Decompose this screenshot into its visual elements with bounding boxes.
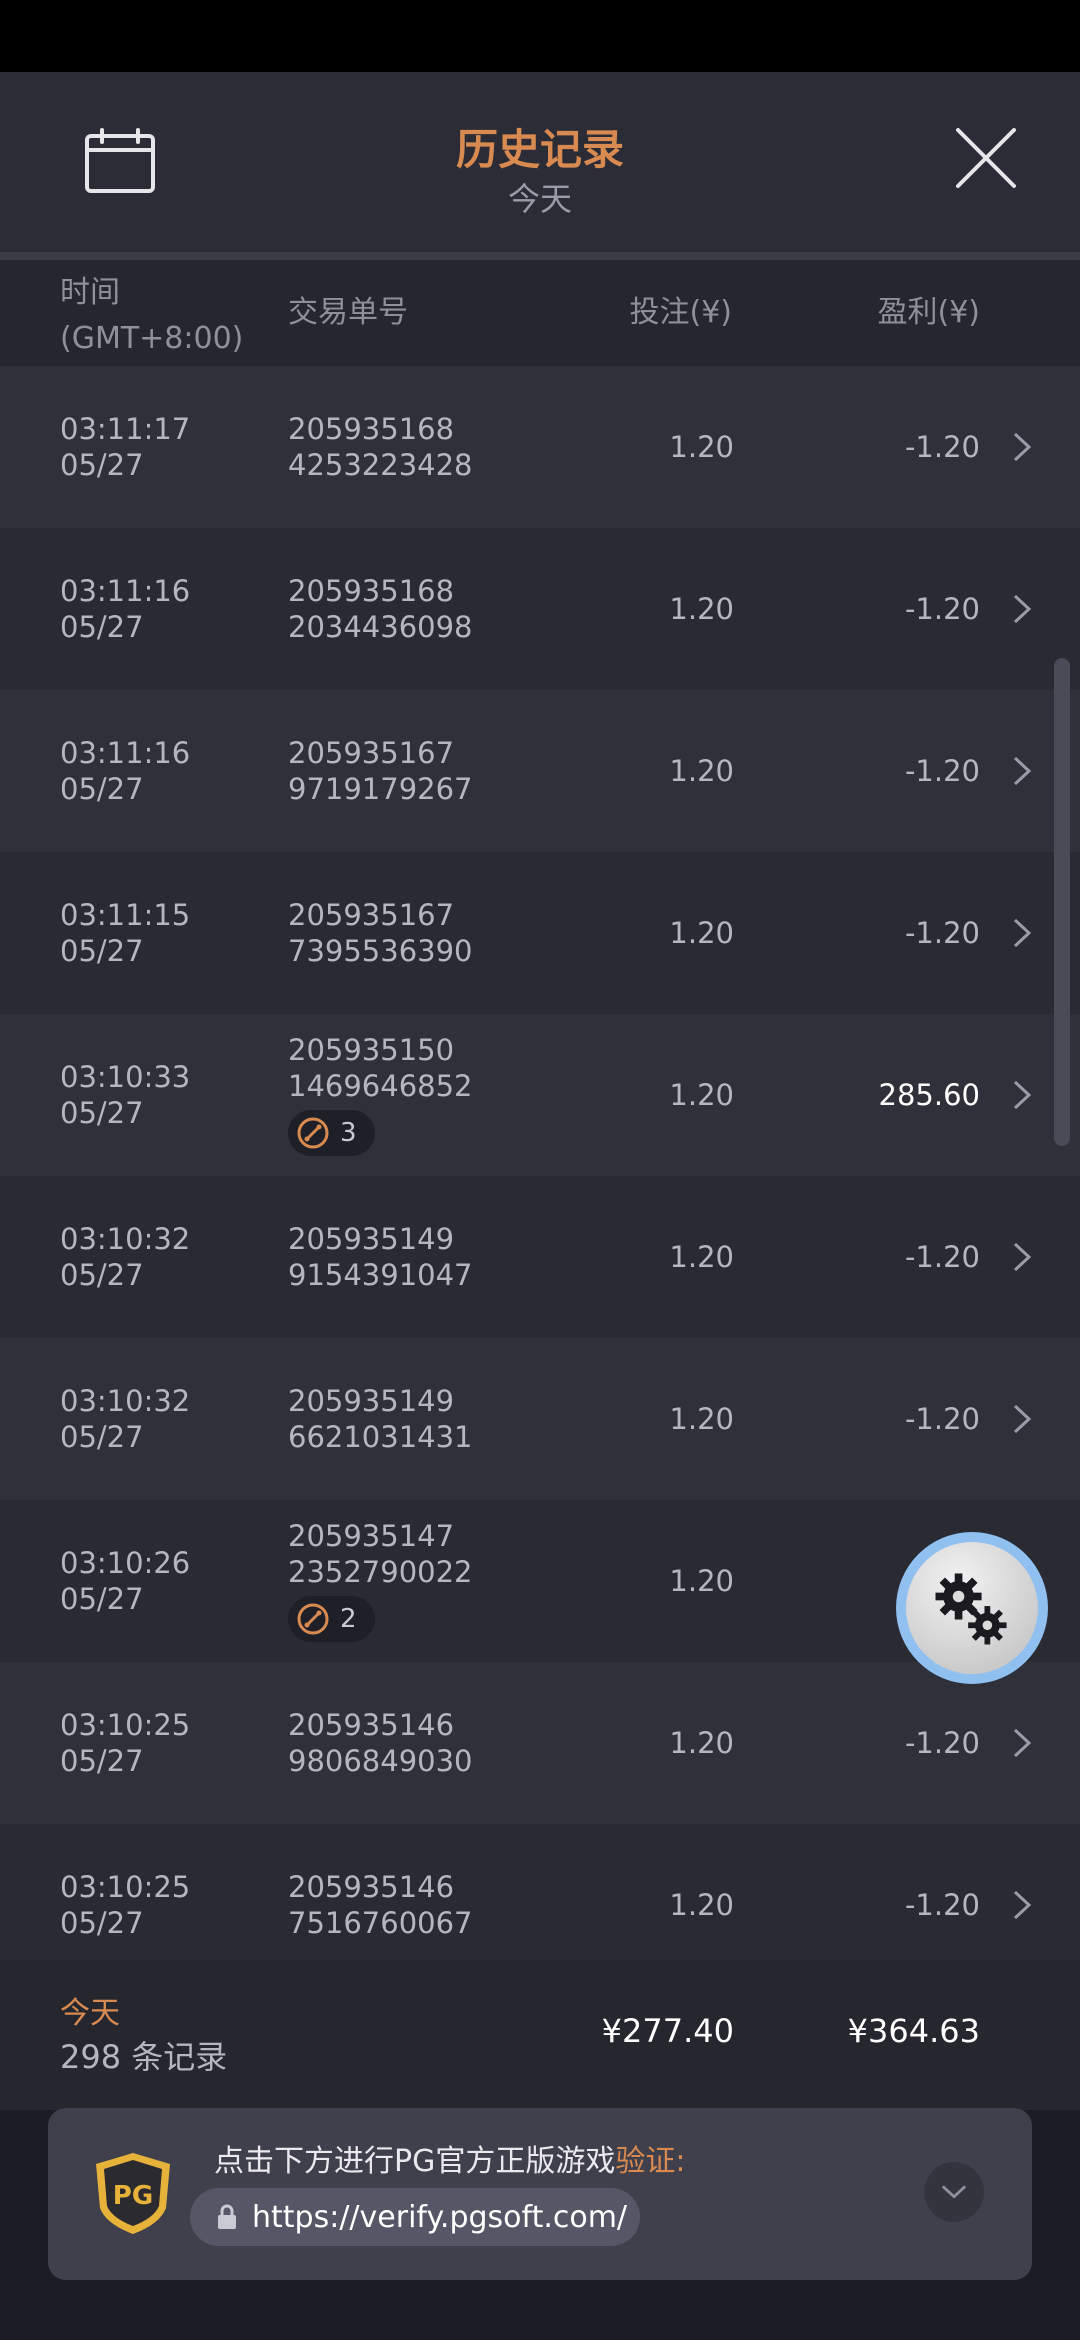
svg-text:PG: PG	[113, 2181, 153, 2211]
free-spin-icon	[297, 1117, 329, 1149]
row-profit: -1.20	[904, 1888, 980, 1922]
row-time: 03:11:16 05/27	[60, 736, 191, 806]
chevron-down-icon	[941, 2185, 967, 2199]
table-row[interactable]: 03:10:25 05/27 205935146 7516760067 1.20 -…	[0, 1824, 1080, 1960]
status-bar	[0, 0, 1080, 72]
row-time: 03:11:17 05/27	[60, 412, 191, 482]
table-row[interactable]: 03:11:16 05/27 205935168 2034436098 1.20 -…	[0, 528, 1080, 690]
free-spin-badge: 2	[288, 1596, 375, 1642]
expand-button[interactable]	[924, 2162, 984, 2222]
row-order-id: 205935150 1469646852 3	[288, 1032, 473, 1158]
row-order-id: 205935149 9154391047	[288, 1222, 473, 1292]
chevron-right-icon[interactable]	[1012, 917, 1032, 949]
row-profit: -1.20	[904, 1240, 980, 1274]
table-row[interactable]: 03:10:25 05/27 205935146 9806849030 1.20 -…	[0, 1662, 1080, 1824]
date-filter-label: 今天	[507, 180, 572, 218]
header-divider	[0, 252, 1080, 260]
chevron-right-icon[interactable]	[1012, 1079, 1032, 1111]
row-order-id: 205935146 9806849030	[288, 1708, 473, 1778]
row-profit: 285.60	[878, 1078, 980, 1112]
row-profit: -1.20	[904, 592, 980, 626]
row-order-id: 205935168 2034436098	[288, 574, 473, 644]
row-profit: -1.20	[904, 916, 980, 950]
free-spin-icon	[297, 1603, 329, 1635]
row-bet: 1.20	[669, 430, 734, 464]
column-time-label: 时间	[60, 275, 120, 310]
column-header: 时间 (GMT+8:00) 交易单号 投注(¥) 盈利(¥)	[0, 260, 1080, 366]
bottom-safe-area	[0, 2280, 1080, 2340]
verify-text: 点击下方进行PG官方正版游戏验证:	[214, 2144, 686, 2179]
row-bet: 1.20	[669, 1240, 734, 1274]
settings-button[interactable]	[896, 1532, 1048, 1684]
summary-total-profit: ¥364.63	[847, 2012, 980, 2050]
row-bet: 1.20	[669, 916, 734, 950]
row-profit: -1.20	[904, 430, 980, 464]
close-icon[interactable]	[952, 124, 1020, 192]
chevron-right-icon[interactable]	[1012, 1727, 1032, 1759]
summary-count: 298 条记录	[60, 2038, 228, 2076]
row-order-id: 205935149 6621031431	[288, 1384, 473, 1454]
free-spin-badge: 3	[288, 1110, 375, 1156]
summary-total-bet: ¥277.40	[601, 2012, 734, 2050]
column-profit: 盈利(¥)	[877, 295, 981, 330]
scrollbar[interactable]	[1054, 658, 1070, 1146]
verify-url-link[interactable]: https://verify.pgsoft.com/	[190, 2188, 640, 2246]
chevron-right-icon[interactable]	[1012, 755, 1032, 787]
summary-label: 今天	[60, 1996, 120, 2031]
column-order: 交易单号	[288, 295, 408, 330]
row-time: 03:11:15 05/27	[60, 898, 191, 968]
row-time: 03:10:26 05/27	[60, 1546, 191, 1616]
summary-bar: 今天 298 条记录 ¥277.40 ¥364.63	[0, 1960, 1080, 2110]
row-time: 03:10:25 05/27	[60, 1870, 191, 1940]
row-order-id: 205935167 7395536390	[288, 898, 473, 968]
row-bet: 1.20	[669, 1402, 734, 1436]
table-row[interactable]: 03:11:17 05/27 205935168 4253223428 1.20 -…	[0, 366, 1080, 528]
row-bet: 1.20	[669, 1078, 734, 1112]
column-time: 时间 (GMT+8:00)	[60, 270, 243, 362]
column-time-zone: (GMT+8:00)	[60, 321, 244, 356]
row-time: 03:10:25 05/27	[60, 1708, 191, 1778]
chevron-right-icon[interactable]	[1012, 1403, 1032, 1435]
row-time: 03:10:32 05/27	[60, 1384, 191, 1454]
row-bet: 1.20	[669, 1726, 734, 1760]
chevron-right-icon[interactable]	[1012, 1889, 1032, 1921]
history-list[interactable]: 03:11:17 05/27 205935168 4253223428 1.20 -…	[0, 366, 1080, 1960]
chevron-right-icon[interactable]	[1012, 1241, 1032, 1273]
gears-icon	[935, 1573, 1007, 1645]
verify-banner[interactable]: PG 点击下方进行PG官方正版游戏验证: https://verify.pgso…	[48, 2108, 1032, 2280]
pg-shield-logo: PG	[96, 2153, 170, 2234]
verify-url: https://verify.pgsoft.com/	[252, 2199, 628, 2235]
row-order-id: 205935146 7516760067	[288, 1870, 473, 1940]
free-spin-count: 2	[340, 1604, 357, 1634]
table-row[interactable]: 03:11:16 05/27 205935167 9719179267 1.20 -…	[0, 690, 1080, 852]
page-title: 历史记录	[455, 125, 624, 174]
row-order-id: 205935147 2352790022 2	[288, 1518, 473, 1644]
chevron-right-icon[interactable]	[1012, 593, 1032, 625]
chevron-right-icon[interactable]	[1012, 431, 1032, 463]
row-bet: 1.20	[669, 1564, 734, 1598]
row-time: 03:11:16 05/27	[60, 574, 191, 644]
column-bet: 投注(¥)	[629, 295, 733, 330]
free-spin-count: 3	[340, 1118, 357, 1148]
row-bet: 1.20	[669, 1888, 734, 1922]
lock-icon	[218, 2204, 236, 2229]
header: 历史记录 今天	[0, 72, 1080, 252]
row-order-id: 205935168 4253223428	[288, 412, 473, 482]
table-row[interactable]: 03:10:32 05/27 205935149 9154391047 1.20 -…	[0, 1176, 1080, 1338]
row-bet: 1.20	[669, 754, 734, 788]
row-profit: -1.20	[904, 1402, 980, 1436]
row-time: 03:10:32 05/27	[60, 1222, 191, 1292]
row-profit: -1.20	[904, 1726, 980, 1760]
table-row[interactable]: 03:10:32 05/27 205935149 6621031431 1.20 -…	[0, 1338, 1080, 1500]
row-bet: 1.20	[669, 592, 734, 626]
row-time: 03:10:33 05/27	[60, 1060, 191, 1130]
row-profit: -1.20	[904, 754, 980, 788]
row-order-id: 205935167 9719179267	[288, 736, 473, 806]
table-row[interactable]: 03:10:33 05/27 205935150 1469646852 3 1.20…	[0, 1014, 1080, 1176]
table-row[interactable]: 03:11:15 05/27 205935167 7395536390 1.20 -…	[0, 852, 1080, 1014]
